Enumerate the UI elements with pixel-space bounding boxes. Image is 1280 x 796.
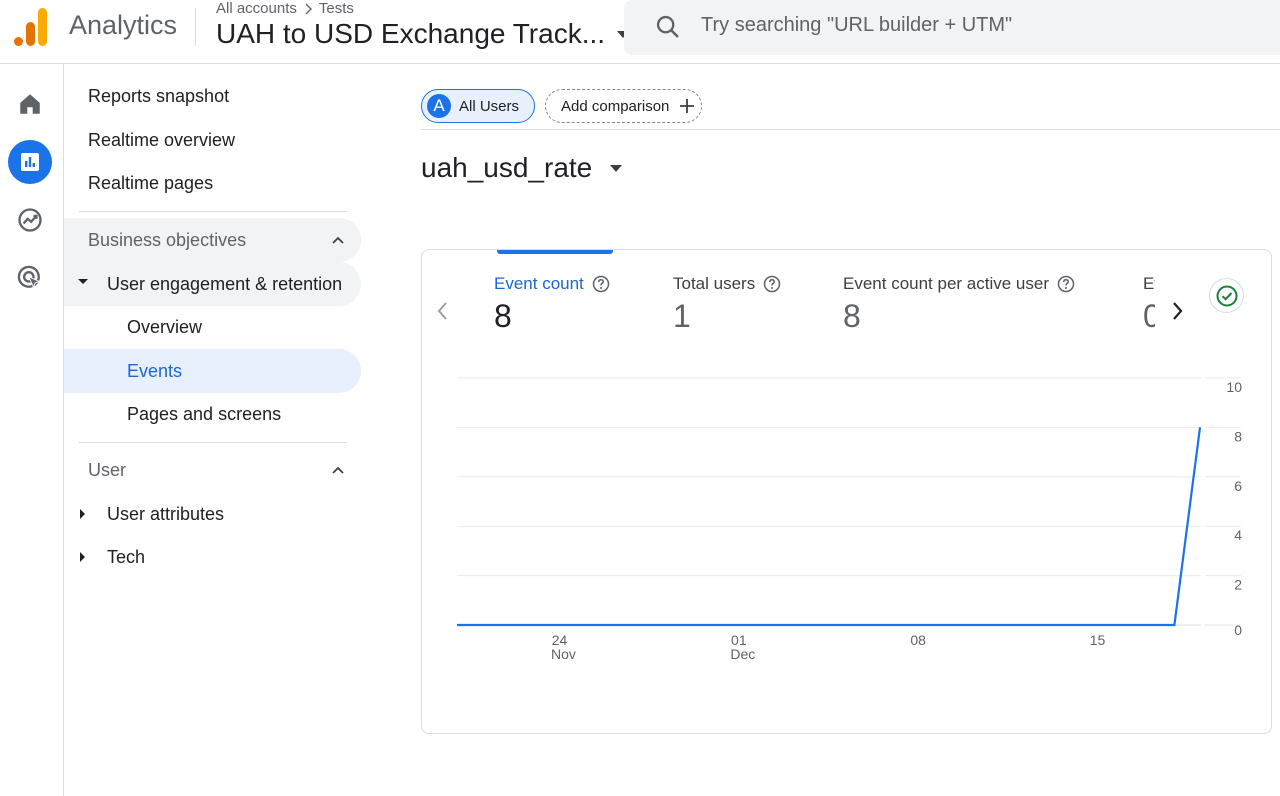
- nav-item-user-engagement[interactable]: User engagement & retention: [64, 262, 361, 306]
- reports-nav: Reports snapshot Realtime overview Realt…: [64, 64, 364, 796]
- x-tick-label: 15: [1090, 632, 1106, 648]
- search-input[interactable]: Try searching "URL builder + UTM": [701, 14, 1012, 37]
- nav-divider: [79, 211, 347, 212]
- breadcrumb-property-group[interactable]: Tests: [319, 0, 354, 17]
- explore-button[interactable]: [8, 198, 52, 242]
- reports-icon: [21, 153, 39, 171]
- nav-item-realtime-pages[interactable]: Realtime pages: [64, 161, 361, 205]
- nav-section-business-objectives[interactable]: Business objectives: [64, 218, 361, 262]
- metrics-chart-card: Event count 8 Total users 1 Event count …: [421, 249, 1272, 734]
- comparison-avatar: A: [427, 94, 451, 118]
- y-tick-label: 10: [1226, 379, 1242, 395]
- chevron-up-icon: [332, 236, 344, 244]
- nav-item-pages-and-screens[interactable]: Pages and screens: [64, 392, 361, 436]
- x-tick-month-label: Dec: [730, 646, 755, 662]
- nav-item-label: Reports snapshot: [88, 85, 230, 106]
- analytics-logo-icon[interactable]: [14, 8, 48, 46]
- nav-section-label: User: [88, 459, 127, 480]
- chevron-up-icon: [332, 466, 344, 474]
- collapsed-triangle-icon: [80, 509, 85, 519]
- event-count-line-chart: 024681024Nov01Dec08 15: [457, 377, 1242, 662]
- caret-down-icon: [610, 164, 623, 172]
- all-users-chip[interactable]: A All Users: [421, 89, 535, 123]
- add-comparison-button[interactable]: Add comparison: [545, 89, 702, 123]
- divider: [421, 129, 1280, 130]
- top-bar: Analytics All accounts Tests UAH to USD …: [0, 0, 1280, 64]
- nav-section-user[interactable]: User: [64, 448, 361, 492]
- advertising-button[interactable]: [8, 256, 52, 300]
- x-tick-label: 08: [910, 632, 926, 648]
- breadcrumb[interactable]: All accounts Tests: [216, 0, 354, 17]
- property-name: UAH to USD Exchange Track...: [216, 18, 606, 49]
- divider: [195, 8, 196, 46]
- event-selector[interactable]: uah_usd_rate: [421, 152, 623, 184]
- y-tick-label: 2: [1234, 577, 1242, 593]
- nav-item-reports-snapshot[interactable]: Reports snapshot: [64, 74, 361, 118]
- nav-item-label: Overview: [127, 316, 203, 337]
- x-tick-month-label: Nov: [551, 646, 576, 662]
- search-bar[interactable]: Try searching "URL builder + UTM": [624, 0, 1280, 55]
- add-comparison-label: Add comparison: [561, 97, 670, 115]
- left-rail: [0, 64, 64, 796]
- nav-item-user-attributes[interactable]: User attributes: [64, 492, 361, 536]
- app-name: Analytics: [69, 10, 178, 40]
- nav-item-label: Tech: [107, 546, 146, 567]
- nav-item-label: Realtime pages: [88, 172, 214, 193]
- nav-item-label: User engagement & retention: [107, 273, 343, 294]
- event-name: uah_usd_rate: [421, 152, 593, 183]
- nav-item-label: Events: [127, 360, 183, 381]
- advertising-icon: [17, 265, 41, 289]
- nav-item-label: Pages and screens: [127, 403, 282, 424]
- nav-item-tech[interactable]: Tech: [64, 535, 361, 579]
- y-tick-label: 4: [1234, 527, 1242, 543]
- nav-item-overview[interactable]: Overview: [64, 305, 361, 349]
- search-icon: [656, 15, 679, 38]
- explore-icon: [18, 208, 42, 232]
- nav-item-label: Realtime overview: [88, 129, 236, 150]
- nav-item-events[interactable]: Events: [64, 349, 361, 393]
- expand-triangle-icon: [78, 279, 88, 284]
- plus-icon: [680, 99, 695, 113]
- y-tick-label: 8: [1234, 428, 1242, 444]
- chevron-right-icon: [305, 3, 312, 14]
- home-icon: [20, 94, 40, 114]
- y-tick-label: 6: [1234, 478, 1242, 494]
- reports-button[interactable]: [8, 140, 52, 184]
- nav-divider: [79, 442, 347, 443]
- collapsed-triangle-icon: [80, 552, 85, 562]
- all-users-label: All Users: [459, 97, 520, 115]
- nav-item-label: User attributes: [107, 503, 225, 524]
- y-tick-label: 0: [1234, 622, 1242, 638]
- property-selector[interactable]: UAH to USD Exchange Track...: [216, 18, 630, 50]
- nav-item-realtime-overview[interactable]: Realtime overview: [64, 118, 361, 162]
- home-button[interactable]: [8, 82, 52, 126]
- nav-section-label: Business objectives: [88, 229, 247, 250]
- breadcrumb-account[interactable]: All accounts: [216, 0, 297, 17]
